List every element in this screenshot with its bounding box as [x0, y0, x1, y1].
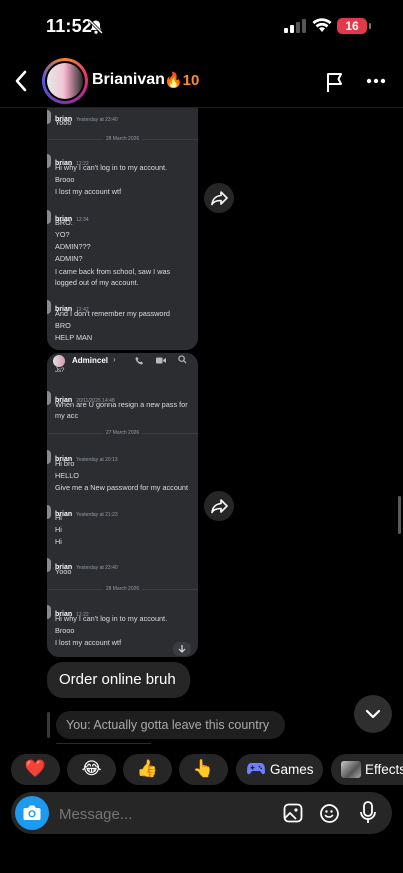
msg-text: Give me a New password for my account — [55, 483, 189, 492]
share-button[interactable] — [204, 183, 234, 213]
msg-text: Hi — [55, 513, 62, 522]
msg-text: Yooo — [55, 118, 72, 127]
share-button[interactable] — [204, 491, 234, 521]
msg-text: my acc — [55, 411, 79, 420]
profile-avatar[interactable] — [42, 58, 88, 104]
wifi-icon — [312, 18, 332, 32]
msg-text: HELP MAN — [55, 333, 93, 342]
reply-preview[interactable]: You: Actually gotta leave this country — [56, 711, 285, 739]
jump-down-button — [173, 642, 191, 656]
msg-text: I lost my account wtf — [55, 638, 122, 647]
msg-text: Hi why I can't log in to my account. — [55, 163, 168, 172]
phone-icon — [135, 356, 144, 365]
chevron-down-icon — [365, 709, 381, 719]
microphone-icon[interactable] — [359, 801, 377, 825]
date-divider: 28 March 2026 — [102, 136, 143, 142]
msg-text: Hi — [55, 525, 62, 534]
gamepad-icon — [247, 763, 265, 775]
msg-timestamp: 12:34 — [76, 217, 89, 223]
channel-name: Admincel — [72, 356, 109, 365]
effects-button[interactable]: Effects — [331, 754, 403, 785]
scroll-down-button[interactable] — [354, 695, 392, 733]
effects-label: Effects — [365, 762, 403, 777]
reply-bar — [47, 712, 50, 738]
video-icon — [156, 357, 166, 364]
flag-icon[interactable] — [325, 71, 345, 93]
status-time: 11:52 — [46, 16, 93, 36]
msg-timestamp: Yesterday at 20:13 — [76, 457, 118, 463]
camera-icon — [23, 805, 41, 820]
msg-text: And I don't remember my password — [55, 309, 170, 318]
bell-muted-icon — [88, 19, 104, 35]
msg-text: Brooo — [55, 626, 75, 635]
point-up-icon: 👆 — [192, 759, 215, 778]
message-input[interactable] — [57, 802, 261, 826]
msg-text: HELLO — [55, 471, 79, 480]
reaction-laugh[interactable]: 😂 — [67, 754, 116, 785]
msg-text: Yooo — [55, 567, 72, 576]
games-label: Games — [270, 762, 314, 777]
msg-text: ADMIN? — [55, 254, 83, 263]
msg-text: Hi why I can't log in to my account. — [55, 614, 168, 623]
msg-text: BRO — [55, 321, 71, 330]
msg-timestamp: Yesterday at 21:23 — [76, 512, 118, 518]
heart-icon: ❤️ — [24, 759, 47, 778]
chevron-right-icon: › — [113, 355, 116, 364]
gallery-icon[interactable] — [283, 803, 303, 823]
reaction-thumbs-up[interactable]: 👍 — [123, 754, 172, 785]
msg-text: BRO. — [55, 218, 73, 227]
streak-badge: 🔥10 — [164, 72, 200, 89]
arrow-down-icon — [178, 645, 186, 653]
channel-avatar — [53, 355, 65, 367]
msg-text: ADMIN??? — [55, 242, 91, 251]
more-options-icon[interactable] — [366, 78, 386, 84]
camera-button[interactable] — [15, 796, 49, 830]
back-arrow-icon[interactable] — [14, 70, 28, 92]
msg-text: YO? — [55, 230, 70, 239]
message-composer[interactable] — [11, 792, 392, 834]
effects-thumbnail — [341, 761, 361, 778]
reply-preview-text: You: Actually gotta leave this country — [66, 718, 270, 732]
reply-underline — [56, 743, 151, 744]
battery-icon: 16 — [337, 18, 367, 34]
date-divider: 28 March 2026 — [102, 586, 143, 592]
msg-text: Js? — [55, 368, 65, 374]
msg-timestamp: Yesterday at 23:40 — [76, 565, 118, 571]
sticker-icon[interactable] — [319, 803, 340, 824]
msg-timestamp: Yesterday at 23:40 — [76, 117, 118, 123]
laugh-emoji-icon: 😂 — [81, 759, 102, 778]
message-text: Order online bruh — [59, 671, 176, 688]
share-arrow-icon — [211, 499, 228, 514]
msg-text: Hi bro — [55, 459, 75, 468]
shared-screenshot-2[interactable]: Admincel › Js? brian 20/11/2025 14:48 Whe… — [47, 353, 198, 657]
search-icon — [178, 355, 187, 364]
message-bubble[interactable]: Order online bruh — [47, 662, 190, 698]
msg-text: I came back from school, saw I was — [55, 267, 171, 276]
thumbs-up-icon: 👍 — [136, 759, 159, 778]
share-arrow-icon — [211, 191, 228, 206]
reaction-point-up[interactable]: 👆 — [179, 754, 228, 785]
contact-name[interactable]: Brianivan — [92, 71, 165, 89]
battery-cap — [369, 23, 371, 29]
msg-text: Hi — [55, 537, 62, 546]
shared-screenshot-1[interactable]: brian Yesterday at 23:40 Yooo 28 March 20… — [47, 108, 198, 350]
signal-icon — [284, 19, 306, 33]
msg-text: I lost my account wtf — [55, 187, 122, 196]
scrollbar[interactable] — [398, 496, 401, 534]
date-divider: 27 March 2026 — [102, 430, 143, 436]
reaction-heart[interactable]: ❤️ — [11, 754, 60, 785]
msg-text: Brooo — [55, 175, 75, 184]
msg-text: logged out of my account. — [55, 278, 139, 287]
msg-text: When are U gonna resign a new pass for — [55, 400, 188, 409]
games-button[interactable]: Games — [236, 754, 323, 785]
